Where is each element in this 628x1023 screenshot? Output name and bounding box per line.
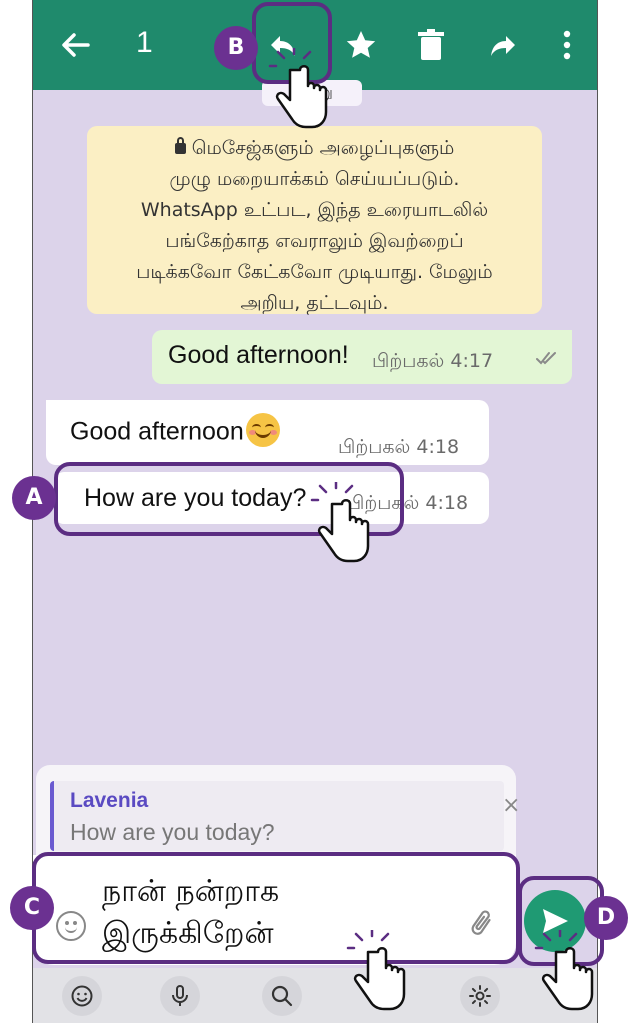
double-tick-icon <box>536 350 558 366</box>
encryption-notice[interactable]: மெசேஜ்களும் அழைப்புகளும் முழு மறையாக்கம்… <box>87 126 542 314</box>
message-time: பிற்பகல் 4:17 <box>372 350 494 372</box>
search-icon[interactable] <box>262 976 302 1016</box>
star-icon[interactable] <box>342 26 380 64</box>
keyboard-emoji-icon[interactable] <box>62 976 102 1016</box>
reply-sender-name: Lavenia <box>70 789 149 812</box>
reply-preview-panel: Lavenia How are you today? × <box>36 765 520 865</box>
step-marker-b: B <box>214 26 258 70</box>
message-text: Good afternoon! <box>168 341 349 369</box>
reply-quoted-text: How are you today? <box>70 819 275 845</box>
message-time: பிற்பகல் 4:18 <box>338 436 460 458</box>
back-arrow-icon[interactable] <box>58 28 92 62</box>
tap-hand-icon <box>310 482 370 563</box>
encryption-line: படிக்கவோ கேட்கவோ முடியாது. மேலும் <box>136 261 493 283</box>
delete-icon[interactable] <box>412 26 450 64</box>
encryption-line: பங்கேற்காத எவராலும் இவற்றைப் <box>165 230 464 252</box>
tap-hand-icon <box>268 48 328 129</box>
tap-hand-icon <box>534 930 594 1011</box>
keyboard-toolbar <box>32 968 598 1023</box>
settings-gear-icon[interactable] <box>460 976 500 1016</box>
more-options-icon[interactable] <box>548 26 586 64</box>
smiling-face-emoji-icon <box>245 413 280 447</box>
forward-icon[interactable] <box>484 26 522 64</box>
encryption-line: WhatsApp உட்பட, இந்த உரையாடலில் <box>140 199 489 221</box>
encryption-line: மெசேஜ்களும் அழைப்புகளும் <box>87 133 542 164</box>
close-icon[interactable]: × <box>502 793 520 818</box>
selected-count: 1 <box>136 26 153 59</box>
microphone-icon[interactable] <box>160 976 200 1016</box>
incoming-message[interactable]: Good afternoon பிற்பகல் 4:18 <box>46 400 489 465</box>
step-marker-c: C <box>10 886 54 930</box>
encryption-line: முழு மறையாக்கம் செய்யப்படும். <box>169 168 460 190</box>
encryption-line: அறிய, தட்டவும். <box>240 292 389 314</box>
message-text: Good afternoon <box>70 413 280 450</box>
lock-icon <box>174 137 186 154</box>
outgoing-message[interactable]: Good afternoon! பிற்பகல் 4:17 <box>152 330 572 384</box>
step-marker-a: A <box>12 476 56 520</box>
reply-quote: Lavenia How are you today? × <box>50 781 520 851</box>
highlight-frame-input <box>32 852 520 964</box>
tap-hand-icon <box>346 930 406 1011</box>
